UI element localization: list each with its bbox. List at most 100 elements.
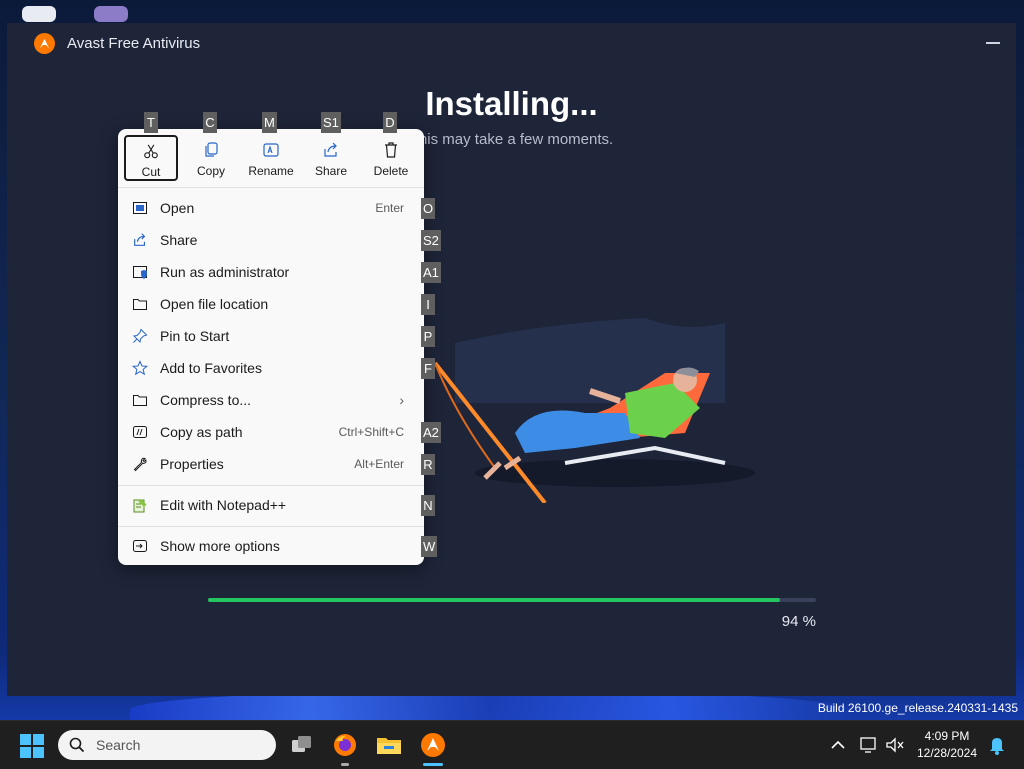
install-progress-fill <box>208 598 780 602</box>
cut-label: Cut <box>141 165 161 179</box>
menu-item-label: Run as administrator <box>160 264 290 280</box>
delete-label: Delete <box>373 164 409 178</box>
install-progress-percent: 94 % <box>781 613 816 630</box>
access-key-pin-to-start: P <box>421 326 435 347</box>
menu-item-label: Pin to Start <box>160 328 230 344</box>
share-icon <box>130 230 150 250</box>
access-key-properties: R <box>421 454 435 475</box>
volume-muted-icon[interactable] <box>884 733 906 757</box>
menu-item-compress[interactable]: Compress to... › <box>124 385 418 415</box>
more-options-icon <box>130 536 150 556</box>
access-key-rename: M <box>262 112 277 133</box>
menu-item-label: Open <box>160 200 195 216</box>
avast-active-indicator <box>423 763 443 766</box>
shield-icon <box>130 262 150 282</box>
chevron-up-icon[interactable] <box>828 733 848 757</box>
install-progress-bar <box>208 598 816 602</box>
menu-separator <box>118 485 424 486</box>
copy-icon <box>205 142 218 157</box>
access-key-share-quick: S1 <box>321 112 341 133</box>
firefox-running-indicator <box>341 763 349 766</box>
search-icon <box>69 737 85 753</box>
copy-label: Copy <box>196 164 225 178</box>
access-key-share: S2 <box>421 230 441 251</box>
access-key-show-more-options: W <box>421 536 438 557</box>
notepad-icon <box>130 495 150 515</box>
clock-time[interactable]: 4:09 PM <box>914 729 980 743</box>
access-key-copy-as-path: A2 <box>421 422 441 443</box>
share-icon <box>324 142 337 157</box>
taskbar-search-box[interactable]: Search <box>58 730 276 760</box>
desktop-icon-app[interactable] <box>94 6 128 22</box>
menu-item-label: Compress to... <box>160 392 252 408</box>
taskbar: Search 4:09 PM 12/28/2024 <box>0 720 1024 769</box>
menu-separator <box>118 187 424 188</box>
menu-item-shortcut: Ctrl+Shift+C <box>338 425 404 439</box>
menu-item-label: Show more options <box>160 538 280 554</box>
menu-item-properties[interactable]: Properties Alt+Enter <box>124 449 418 479</box>
menu-item-show-more-options[interactable]: Show more options <box>124 531 418 561</box>
delete-icon <box>385 142 397 158</box>
pin-icon <box>130 326 150 346</box>
clock-date[interactable]: 12/28/2024 <box>914 746 980 760</box>
access-key-delete: D <box>383 112 397 133</box>
title-bar: Avast Free Antivirus <box>7 23 1016 65</box>
notification-bell-icon[interactable] <box>986 733 1008 757</box>
relaxing-person-illustration <box>433 318 755 503</box>
menu-item-shortcut: Alt+Enter <box>354 457 404 471</box>
menu-item-label: Copy as path <box>160 424 243 440</box>
firefox-icon[interactable] <box>331 731 359 766</box>
menu-item-label: Open file location <box>160 296 269 312</box>
chevron-right-icon: › <box>399 392 404 408</box>
wrench-icon <box>130 454 150 474</box>
menu-item-run-as-admin[interactable]: Run as administrator <box>124 257 418 287</box>
menu-item-edit-notepad-plus[interactable]: Edit with Notepad++ <box>124 490 418 520</box>
access-key-run-as-admin: A1 <box>421 262 441 283</box>
menu-item-label: Share <box>160 232 198 248</box>
minimize-button[interactable] <box>982 31 1004 53</box>
build-watermark: Build 26100.ge_release.240331-1435 <box>817 701 1018 715</box>
menu-item-label: Add to Favorites <box>160 360 262 376</box>
access-key-open-file-location: I <box>421 294 435 315</box>
network-icon[interactable] <box>858 733 880 757</box>
window-title: Avast Free Antivirus <box>67 35 201 52</box>
copy-button[interactable]: Copy <box>184 135 238 181</box>
avast-logo-icon <box>34 33 55 54</box>
install-heading: Installing... <box>425 85 598 122</box>
quick-actions-row: Cut Copy Rename Share Delete <box>118 129 424 185</box>
access-key-copy: C <box>203 112 217 133</box>
delete-button[interactable]: Delete <box>364 135 418 181</box>
archive-icon <box>130 390 150 410</box>
share-quick-button[interactable]: Share <box>304 135 358 181</box>
path-icon <box>130 422 150 442</box>
menu-item-open-file-location[interactable]: Open file location <box>124 289 418 319</box>
menu-item-copy-as-path[interactable]: Copy as path Ctrl+Shift+C <box>124 417 418 447</box>
access-key-cut: T <box>144 112 158 133</box>
rename-icon <box>263 143 279 157</box>
menu-item-label: Edit with Notepad++ <box>160 497 287 513</box>
access-key-open: O <box>421 198 436 219</box>
menu-item-shortcut: Enter <box>375 201 404 215</box>
avast-taskbar-icon[interactable] <box>419 731 447 766</box>
star-icon <box>130 358 150 378</box>
menu-item-label: Properties <box>160 456 224 472</box>
file-explorer-icon[interactable] <box>375 731 403 759</box>
menu-item-share[interactable]: Share <box>124 225 418 255</box>
context-menu: Cut Copy Rename Share Delete Open Enter … <box>118 129 424 565</box>
menu-separator <box>118 526 424 527</box>
start-button[interactable] <box>20 734 44 758</box>
access-key-notepad: N <box>421 495 435 516</box>
search-placeholder: Search <box>96 737 141 753</box>
open-icon <box>130 198 150 218</box>
cut-icon <box>144 144 158 159</box>
menu-item-add-to-favorites[interactable]: Add to Favorites <box>124 353 418 383</box>
menu-item-open[interactable]: Open Enter <box>124 193 418 223</box>
menu-item-pin-to-start[interactable]: Pin to Start <box>124 321 418 351</box>
share-quick-label: Share <box>314 164 348 178</box>
desktop-icon-recycle-bin[interactable] <box>22 6 56 22</box>
cut-button[interactable]: Cut <box>124 135 178 181</box>
rename-label: Rename <box>248 164 294 178</box>
access-key-add-to-favorites: F <box>421 358 435 379</box>
task-view-icon[interactable] <box>288 731 316 759</box>
rename-button[interactable]: Rename <box>244 135 298 181</box>
